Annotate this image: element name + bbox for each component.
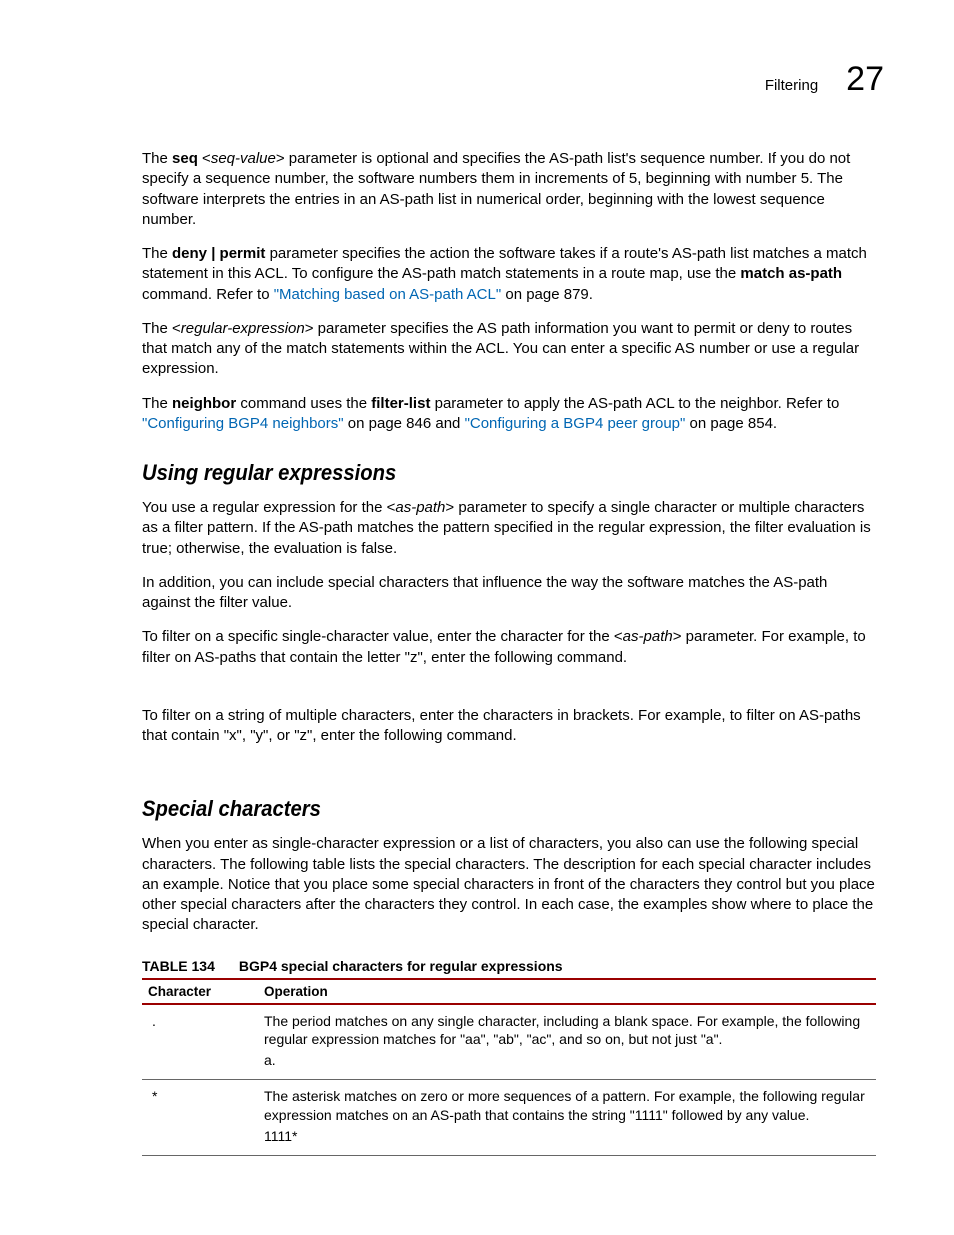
paragraph-neighbor: The neighbor command uses the filter-lis… — [142, 394, 876, 435]
paragraph-single-char: To filter on a specific single-character… — [142, 627, 876, 668]
paragraph-multi-char: To filter on a string of multiple charac… — [142, 706, 876, 747]
body-content: The seq <seq-value> parameter is optiona… — [142, 149, 876, 1156]
cell-character: . — [142, 1004, 258, 1080]
link-configuring-bgp4-neighbors[interactable]: "Configuring BGP4 neighbors" — [142, 415, 344, 432]
header-chapter-number: 27 — [846, 60, 884, 99]
table-special-characters: Character Operation . The period matches… — [142, 978, 876, 1156]
table-title: BGP4 special characters for regular expr… — [239, 958, 563, 974]
paragraph-regex-param: The <regular-expression> parameter speci… — [142, 319, 876, 380]
paragraph-special-include: In addition, you can include special cha… — [142, 573, 876, 614]
paragraph-seq: The seq <seq-value> parameter is optiona… — [142, 149, 876, 230]
cell-operation: The asterisk matches on zero or more seq… — [258, 1080, 876, 1156]
link-matching-aspath-acl[interactable]: "Matching based on AS-path ACL" — [274, 286, 501, 303]
table-head-character: Character — [142, 979, 258, 1004]
cell-operation: The period matches on any single charact… — [258, 1004, 876, 1080]
paragraph-special-intro: When you enter as single-character expre… — [142, 834, 876, 935]
heading-special-characters: Special characters — [142, 796, 817, 822]
table-head-operation: Operation — [258, 979, 876, 1004]
table-row: . The period matches on any single chara… — [142, 1004, 876, 1080]
paragraph-deny-permit: The deny | permit parameter specifies th… — [142, 244, 876, 305]
paragraph-regex-intro: You use a regular expression for the <as… — [142, 498, 876, 559]
page-header: Filtering 27 — [70, 60, 884, 99]
header-section-label: Filtering — [765, 77, 818, 94]
cell-character: * — [142, 1080, 258, 1156]
table-row: * The asterisk matches on zero or more s… — [142, 1080, 876, 1156]
heading-using-regular-expressions: Using regular expressions — [142, 460, 817, 486]
table-label: TABLE 134 — [142, 958, 215, 974]
table-caption: TABLE 134 BGP4 special characters for reg… — [142, 958, 876, 974]
link-configuring-bgp4-peer-group[interactable]: "Configuring a BGP4 peer group" — [465, 415, 686, 432]
